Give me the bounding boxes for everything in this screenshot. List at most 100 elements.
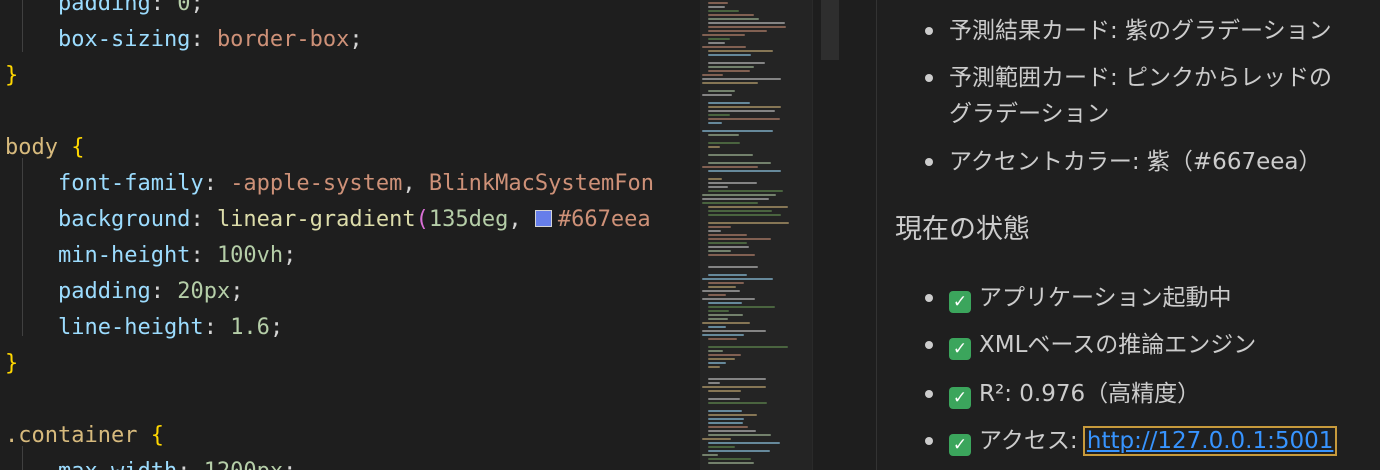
code-line[interactable]: padding: 20px; bbox=[5, 274, 243, 310]
list-bullet bbox=[925, 390, 933, 398]
minimap-line bbox=[708, 450, 770, 452]
minimap-line bbox=[702, 194, 776, 196]
minimap-line bbox=[708, 354, 741, 356]
minimap-line bbox=[708, 142, 740, 144]
minimap-line bbox=[708, 282, 744, 284]
code-line[interactable]: box-sizing: border-box; bbox=[5, 22, 363, 58]
minimap-line bbox=[708, 366, 720, 368]
minimap-line bbox=[708, 214, 781, 216]
code-token: BlinkMacSystemFon bbox=[428, 171, 655, 196]
minimap-line bbox=[708, 178, 722, 180]
code-line[interactable]: body { bbox=[5, 130, 84, 166]
list-item: 予測結果カード: 紫のグラデーション bbox=[949, 18, 1332, 44]
code-token: body bbox=[5, 135, 58, 160]
editor-scrollbar[interactable] bbox=[812, 0, 847, 470]
minimap-line bbox=[702, 34, 745, 36]
code-line[interactable]: min-height: 100vh; bbox=[5, 238, 296, 274]
minimap-line bbox=[708, 146, 720, 148]
code-line[interactable]: } bbox=[5, 58, 18, 94]
code-token: ; bbox=[283, 243, 297, 268]
minimap-line bbox=[708, 42, 725, 44]
code-line[interactable]: padding: 0; bbox=[5, 0, 204, 22]
minimap-line bbox=[708, 350, 723, 352]
code-editor[interactable]: padding: 0; box-sizing: border-box;} body… bbox=[0, 0, 700, 470]
minimap-line bbox=[708, 362, 726, 364]
code-line[interactable]: max-width: 1200px; bbox=[5, 454, 296, 470]
code-token: padding bbox=[5, 0, 151, 16]
minimap-line bbox=[708, 118, 780, 120]
list-item: ✓ R²: 0.976（高精度） bbox=[949, 376, 1200, 412]
minimap-line bbox=[708, 410, 742, 412]
minimap-line bbox=[708, 170, 781, 172]
minimap-line bbox=[708, 110, 775, 112]
minimap-line bbox=[708, 378, 766, 380]
code-token: , bbox=[402, 171, 429, 196]
access-link[interactable]: http://127.0.0.1:5001 bbox=[1082, 426, 1338, 456]
code-token: ; bbox=[190, 0, 204, 16]
code-token: border-box bbox=[216, 27, 350, 52]
code-token: : bbox=[150, 279, 178, 304]
minimap-line bbox=[708, 426, 748, 428]
code-line[interactable]: background: linear-gradient(135deg, #667… bbox=[5, 202, 651, 238]
scrollbar-thumb[interactable] bbox=[821, 0, 839, 60]
code-token: : bbox=[203, 171, 231, 196]
code-token: : bbox=[190, 207, 217, 232]
minimap-line bbox=[708, 26, 786, 28]
list-bullet bbox=[925, 341, 933, 349]
minimap-line bbox=[708, 2, 728, 4]
minimap-line bbox=[708, 458, 751, 460]
list-item: ✓ XMLベースの推論エンジン bbox=[949, 327, 1256, 363]
minimap-line bbox=[708, 314, 743, 316]
minimap-line bbox=[708, 246, 749, 248]
minimap-line bbox=[708, 230, 721, 232]
minimap-line bbox=[708, 114, 730, 116]
status-text: アプリケーション起動中 bbox=[979, 285, 1232, 311]
code-token: , bbox=[508, 207, 535, 232]
color-swatch[interactable] bbox=[534, 210, 552, 227]
minimap-line bbox=[708, 414, 757, 416]
minimap-line bbox=[708, 294, 726, 296]
minimap-line bbox=[702, 46, 746, 48]
minimap-line bbox=[708, 266, 758, 268]
code-line[interactable]: font-family: -apple-system, BlinkMacSyst… bbox=[5, 166, 654, 202]
list-bullet bbox=[925, 294, 933, 302]
code-token: -apple-system bbox=[230, 171, 403, 196]
code-token: ; bbox=[230, 279, 244, 304]
minimap-line bbox=[702, 166, 758, 168]
code-token: min-height bbox=[5, 243, 191, 268]
code-token: } bbox=[5, 63, 19, 88]
code-line[interactable]: } bbox=[5, 346, 18, 382]
code-token: : bbox=[190, 27, 217, 52]
code-token: 20px bbox=[177, 279, 231, 304]
minimap-line bbox=[702, 82, 758, 84]
minimap-line bbox=[702, 130, 773, 132]
minimap-line bbox=[702, 386, 766, 388]
list-bullet bbox=[925, 158, 933, 166]
minimap[interactable] bbox=[700, 0, 812, 470]
minimap-line bbox=[708, 462, 754, 464]
code-token: ; bbox=[269, 315, 284, 340]
minimap-line bbox=[708, 62, 765, 64]
code-line[interactable]: line-height: 1.6; bbox=[5, 310, 283, 346]
minimap-line bbox=[702, 290, 740, 292]
code-token: font-family bbox=[5, 171, 204, 196]
minimap-line bbox=[708, 162, 771, 164]
code-line[interactable]: .container { bbox=[5, 418, 164, 454]
code-token: .container bbox=[5, 423, 138, 448]
minimap-line bbox=[702, 198, 769, 200]
minimap-line bbox=[708, 310, 729, 312]
minimap-line bbox=[708, 222, 789, 224]
minimap-line bbox=[708, 442, 780, 444]
code-token: 1.6 bbox=[230, 315, 270, 340]
minimap-line bbox=[702, 330, 766, 332]
check-icon: ✓ bbox=[949, 291, 971, 313]
code-token: line-height bbox=[5, 315, 204, 340]
list-bullet bbox=[925, 27, 933, 35]
minimap-line bbox=[708, 306, 775, 308]
minimap-line bbox=[708, 402, 767, 404]
minimap-line bbox=[708, 90, 735, 92]
minimap-line bbox=[708, 346, 788, 348]
code-token: box-sizing bbox=[5, 27, 191, 52]
minimap-line bbox=[708, 106, 781, 108]
